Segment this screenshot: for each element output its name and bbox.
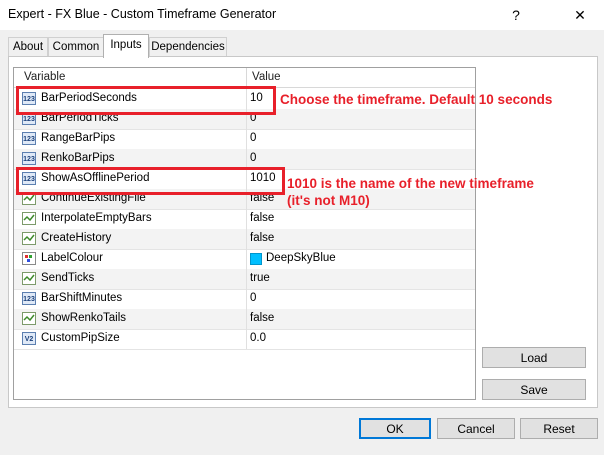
column-separator	[246, 329, 247, 349]
tab-about[interactable]: About	[8, 37, 48, 57]
row-name: RangeBarPips	[41, 132, 116, 144]
tab-common[interactable]: Common	[48, 37, 104, 57]
help-button[interactable]: ?	[506, 5, 526, 25]
integer-icon: 123	[22, 292, 36, 305]
column-separator	[246, 269, 247, 289]
reset-button[interactable]: Reset	[520, 418, 598, 439]
boolean-icon	[22, 232, 36, 245]
column-separator	[246, 129, 247, 149]
row-value[interactable]: DeepSkyBlue	[266, 252, 336, 264]
table-row[interactable]: CreateHistory false	[14, 229, 475, 250]
row-value[interactable]: false	[250, 212, 274, 224]
column-separator	[246, 289, 247, 309]
highlight-box-offline-period	[16, 167, 285, 195]
inputs-grid: Variable Value 123 BarPeriodSeconds 10 1…	[13, 67, 476, 400]
row-name: CreateHistory	[41, 232, 112, 244]
table-row[interactable]: ShowRenkoTails false	[14, 309, 475, 330]
column-header-variable[interactable]: Variable	[24, 71, 65, 83]
row-name: CustomPipSize	[41, 332, 120, 344]
row-value[interactable]: 0	[250, 292, 256, 304]
row-value[interactable]: false	[250, 232, 274, 244]
annotation-offline-line2: (it's not M10)	[287, 193, 370, 208]
save-button[interactable]: Save	[482, 379, 586, 400]
table-row[interactable]: 123 BarShiftMinutes 0	[14, 289, 475, 310]
header-separator	[246, 68, 247, 87]
boolean-icon	[22, 212, 36, 225]
annotation-timeframe: Choose the timeframe. Default 10 seconds	[280, 92, 553, 107]
column-separator	[246, 209, 247, 229]
row-name: LabelColour	[41, 252, 104, 264]
column-separator	[246, 249, 247, 269]
table-row[interactable]: LabelColour DeepSkyBlue	[14, 249, 475, 270]
table-row[interactable]: InterpolateEmptyBars false	[14, 209, 475, 230]
window-title: Expert - FX Blue - Custom Timeframe Gene…	[8, 7, 277, 21]
table-row[interactable]: SendTicks true	[14, 269, 475, 290]
grid-header: Variable Value	[14, 68, 475, 88]
column-separator	[246, 309, 247, 329]
column-header-value[interactable]: Value	[252, 71, 281, 83]
highlight-box-bar-period	[16, 86, 276, 115]
row-name: BarShiftMinutes	[41, 292, 123, 304]
load-button[interactable]: Load	[482, 347, 586, 368]
title-bar: Expert - FX Blue - Custom Timeframe Gene…	[0, 0, 604, 30]
column-separator	[246, 229, 247, 249]
row-name: InterpolateEmptyBars	[41, 212, 152, 224]
cancel-button[interactable]: Cancel	[437, 418, 515, 439]
row-value[interactable]: 0.0	[250, 332, 266, 344]
table-row[interactable]: V2 CustomPipSize 0.0	[14, 329, 475, 350]
row-value[interactable]: false	[250, 312, 274, 324]
boolean-icon	[22, 312, 36, 325]
table-row[interactable]: 123 RangeBarPips 0	[14, 129, 475, 150]
integer-icon: 123	[22, 152, 36, 165]
close-icon: ✕	[574, 7, 586, 23]
color-swatch	[250, 253, 262, 265]
help-icon: ?	[512, 7, 520, 23]
row-value[interactable]: 0	[250, 132, 256, 144]
double-icon: V2	[22, 332, 36, 345]
ok-button[interactable]: OK	[359, 418, 431, 439]
close-button[interactable]: ✕	[570, 5, 590, 25]
tab-inputs[interactable]: Inputs	[103, 34, 149, 58]
row-name: SendTicks	[41, 272, 95, 284]
annotation-offline-line1: 1010 is the name of the new timeframe	[287, 176, 534, 191]
integer-icon: 123	[22, 132, 36, 145]
column-separator	[246, 149, 247, 169]
color-icon	[22, 252, 36, 265]
row-value[interactable]: 0	[250, 152, 256, 164]
tab-dependencies[interactable]: Dependencies	[149, 37, 227, 57]
row-name: RenkoBarPips	[41, 152, 115, 164]
boolean-icon	[22, 272, 36, 285]
row-value[interactable]: true	[250, 272, 270, 284]
row-name: ShowRenkoTails	[41, 312, 127, 324]
